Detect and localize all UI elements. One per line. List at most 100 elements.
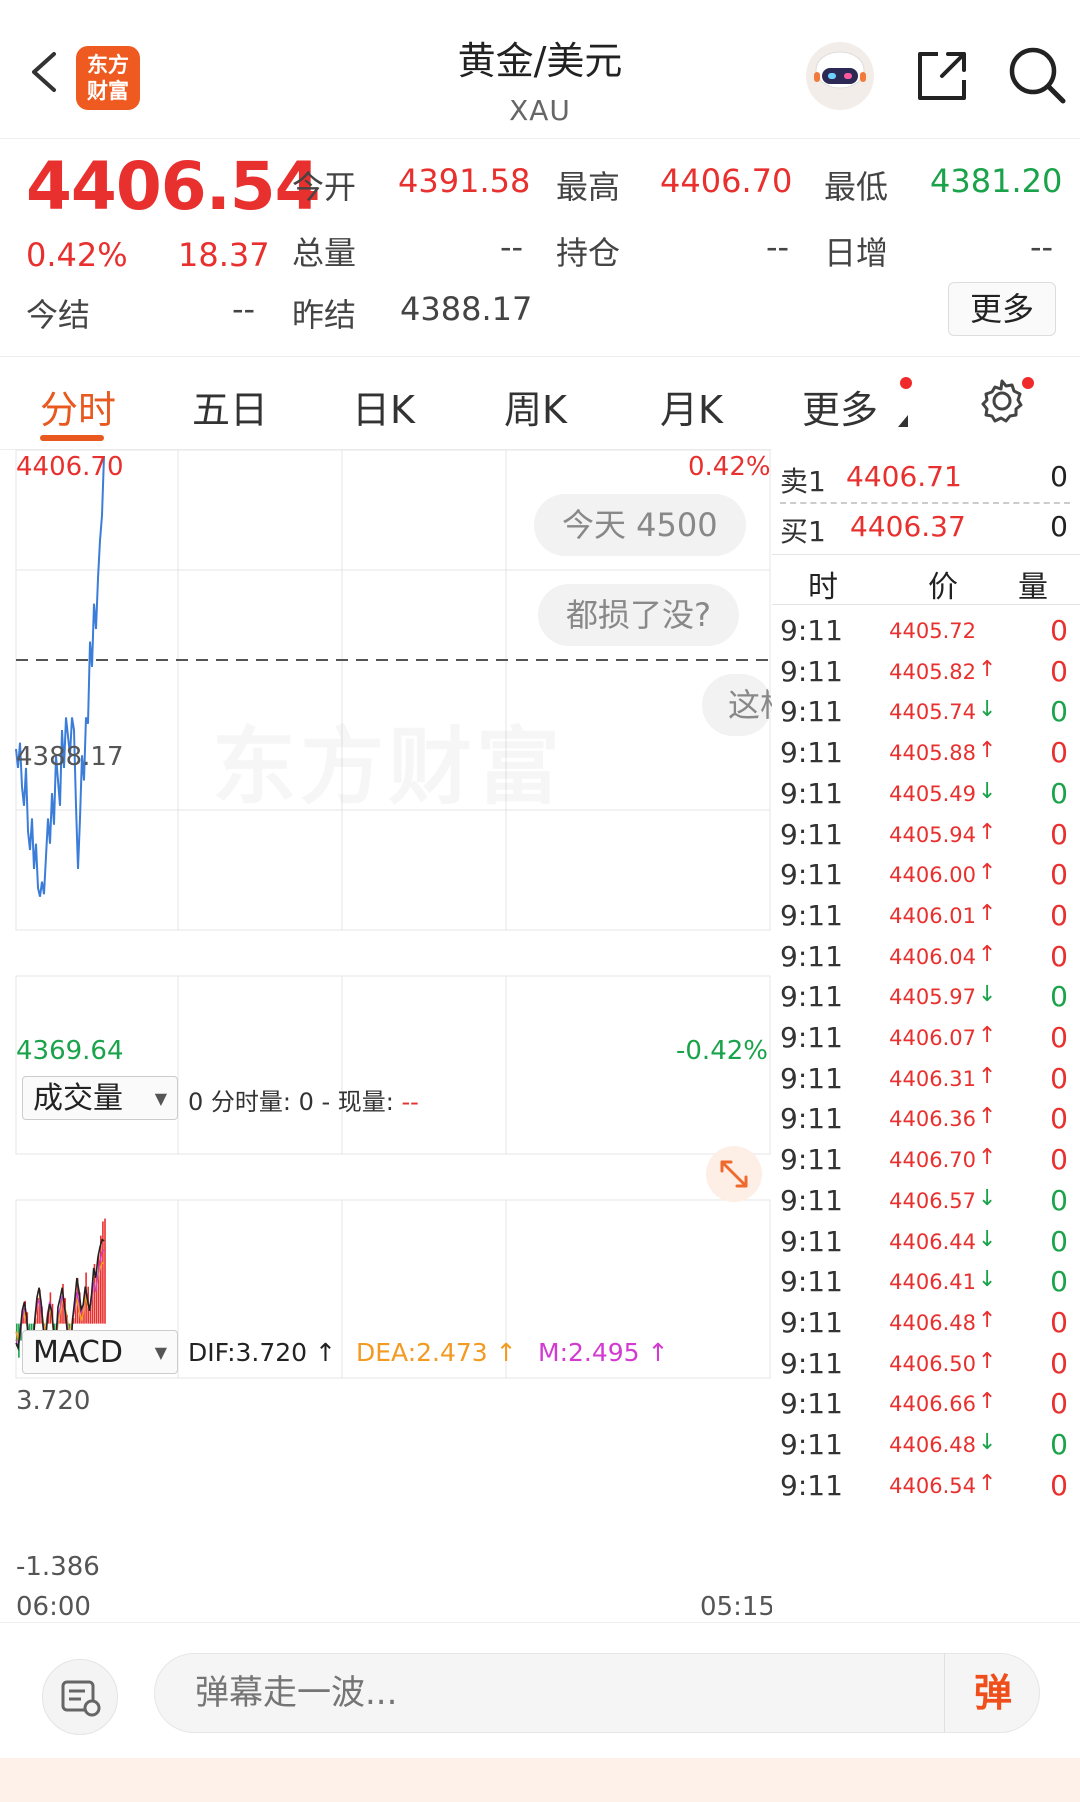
tick-price: 4406.44 (889, 1229, 976, 1254)
buy-1-price: 4406.37 (850, 510, 966, 543)
prev-settle-value: 4388.17 (400, 290, 533, 328)
volume-info-text: 0 分时量: 0 - 现量: (188, 1088, 402, 1116)
tab-more[interactable]: 更多 (802, 379, 878, 434)
expand-icon[interactable] (704, 1144, 764, 1204)
tick-price: 4406.04 (889, 944, 976, 969)
macd-top-value: 3.720 (16, 1386, 91, 1416)
tick-time: 9:11 (780, 1224, 843, 1258)
order-book-panel: 卖1 4406.71 0 买1 4406.37 0 时 价 量 9:11 4405… (772, 448, 1080, 1618)
tick-direction-icon: ↓ (978, 982, 997, 1008)
tick-price: 4405.82 (889, 659, 976, 684)
price-line (15, 455, 105, 897)
danmu-bubble: 都损了没? (538, 584, 739, 646)
danmu-input[interactable] (154, 1653, 1040, 1733)
tick-price: 4406.48 (889, 1433, 976, 1457)
tick-price: 4406.00 (889, 863, 976, 888)
current-volume-value: -- (401, 1088, 419, 1116)
tick-direction-icon: ↓ (978, 1430, 997, 1455)
active-tab-indicator (40, 435, 104, 441)
low-label: 最低 (824, 168, 889, 206)
tick-direction-icon: ↑ (978, 1063, 997, 1089)
tick-volume: 0 (1050, 1346, 1068, 1380)
tick-volume: 0 (1050, 1224, 1068, 1258)
tick-row: 9:11 4406.66 ↑ 0 (772, 1383, 1080, 1429)
tab-intraday[interactable]: 分时 (40, 379, 116, 434)
tick-row: 9:11 4406.31 ↑ 0 (772, 1058, 1080, 1104)
sell-1-label: 卖1 (780, 465, 826, 498)
macd-dif: DIF:3.720 ↑ (188, 1338, 336, 1367)
tick-row: 9:11 4405.49 ↓ 0 (772, 773, 1080, 819)
tick-volume: 0 (1050, 1468, 1068, 1502)
column-volume: 量 (1018, 570, 1048, 605)
tick-time: 9:11 (780, 1061, 843, 1095)
danmu-settings-button[interactable] (42, 1659, 118, 1735)
tab-weekly-k[interactable]: 周K (504, 379, 567, 434)
daily-increase-value: -- (1030, 228, 1054, 266)
period-tabs: 分时 五日 日K 周K 月K 更多 (0, 356, 1080, 450)
prev-settle-label: 昨结 (292, 296, 357, 334)
tick-volume: 0 (1050, 1265, 1068, 1299)
tick-time: 9:11 (780, 1428, 843, 1461)
tick-row: 9:11 4406.48 ↓ 0 (772, 1424, 1080, 1470)
tick-price: 4406.66 (889, 1392, 976, 1417)
tick-time: 9:11 (780, 1102, 843, 1136)
tick-row: 9:11 4406.44 ↓ 0 (772, 1221, 1080, 1267)
volume-indicator-selector[interactable]: 成交量 ▼ (22, 1076, 178, 1120)
tick-price: 4406.50 (889, 1351, 976, 1376)
more-tab-badge (900, 377, 912, 389)
tick-price: 4406.57 (889, 1188, 976, 1213)
tick-volume: 0 (1050, 1428, 1068, 1461)
tick-row: 9:11 4406.54 ↑ 0 (772, 1465, 1080, 1511)
position-label: 持仓 (556, 234, 621, 272)
settings-badge (1022, 377, 1034, 389)
tab-five-day[interactable]: 五日 (192, 379, 268, 434)
tab-daily-k[interactable]: 日K (352, 379, 415, 434)
chart-bottom-price: 4369.64 (16, 1036, 124, 1066)
tick-volume: 0 (1050, 1021, 1068, 1054)
high-label: 最高 (556, 168, 621, 206)
change-percent: 0.42% (26, 236, 128, 274)
header-divider (772, 554, 1080, 555)
ticks-header: 时 价 量 (772, 556, 1080, 605)
tick-time: 9:11 (780, 654, 843, 688)
tick-direction-icon: ↑ (978, 1145, 997, 1171)
tick-time: 9:11 (780, 1265, 843, 1299)
tick-direction-icon: ↑ (978, 1307, 997, 1333)
search-icon[interactable] (1006, 44, 1068, 106)
tick-time: 9:11 (780, 1468, 843, 1502)
buy-1-row: 买1 4406.37 0 (772, 504, 1080, 552)
change-amount: 18.37 (178, 236, 270, 274)
tick-volume: 0 (1050, 898, 1068, 932)
tick-price: 4406.36 (889, 1107, 976, 1132)
tick-volume: 0 (1050, 776, 1068, 810)
tick-price: 4406.48 (889, 1310, 976, 1335)
tick-volume: 0 (1050, 1305, 1068, 1339)
chart-top-price: 4406.70 (16, 452, 124, 482)
tick-volume: 0 (1050, 980, 1068, 1014)
tick-row: 9:11 4406.48 ↑ 0 (772, 1302, 1080, 1348)
chevron-down-icon: ▼ (154, 1089, 167, 1108)
tick-volume: 0 (1050, 1183, 1068, 1217)
tick-direction-icon: ↑ (978, 656, 997, 682)
tick-row: 9:11 4406.57 ↓ 0 (772, 1180, 1080, 1226)
tick-time: 9:11 (780, 1346, 843, 1380)
tick-time: 9:11 (780, 1387, 843, 1421)
more-quote-button[interactable]: 更多 (948, 282, 1056, 336)
tick-price: 4406.01 (889, 903, 976, 928)
ai-robot-icon[interactable] (800, 40, 880, 112)
position-value: -- (766, 228, 790, 266)
tick-price: 4405.94 (889, 822, 976, 847)
tab-monthly-k[interactable]: 月K (660, 379, 723, 434)
send-danmu-button[interactable]: 弹 (944, 1653, 1041, 1733)
tick-time: 9:11 (780, 1143, 843, 1177)
tick-direction-icon: ↓ (978, 1226, 997, 1252)
settle-value: -- (232, 290, 256, 328)
tick-price: 4406.07 (889, 1026, 976, 1050)
column-time: 时 (808, 570, 838, 605)
share-icon[interactable] (912, 46, 972, 106)
settings-gear-icon[interactable] (978, 375, 1028, 425)
tick-row: 9:11 4406.01 ↑ 0 (772, 895, 1080, 941)
tick-time: 9:11 (780, 614, 843, 647)
macd-indicator-selector[interactable]: MACD ▼ (22, 1330, 178, 1374)
tick-price: 4406.70 (889, 1148, 976, 1173)
